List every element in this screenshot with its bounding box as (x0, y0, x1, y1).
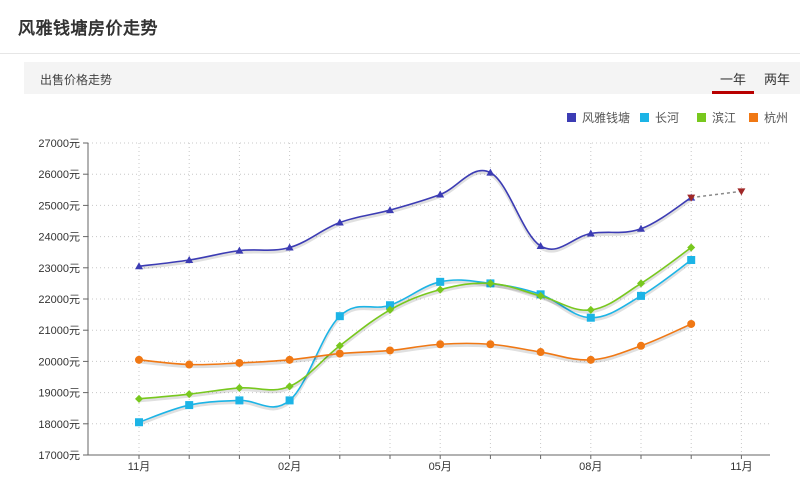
data-point (687, 319, 696, 328)
y-tick-label: 25000元 (38, 200, 80, 212)
series-line-shadow (138, 248, 693, 403)
legend-swatch (640, 113, 649, 122)
forecast-point (737, 188, 746, 196)
data-point (687, 256, 696, 264)
data-point (586, 355, 595, 364)
data-point (185, 401, 194, 410)
y-tick-label: 17000元 (38, 450, 80, 462)
series-line (138, 246, 692, 400)
data-point (185, 360, 194, 369)
y-tick-label: 22000元 (38, 294, 80, 306)
data-point (586, 313, 595, 322)
data-point (135, 355, 143, 364)
series-line-shadow (138, 324, 692, 369)
y-tick-label: 21000元 (38, 325, 80, 337)
data-point (135, 418, 143, 427)
data-point (285, 355, 294, 364)
y-tick-label: 18000元 (38, 419, 80, 431)
legend-label: 风雅钱塘 (582, 110, 630, 125)
x-tick-label: 11月 (128, 461, 150, 473)
legend-label: 长河 (655, 111, 679, 125)
y-tick-label: 24000元 (38, 232, 80, 244)
legend-swatch (749, 113, 758, 122)
legend-label: 滨江 (712, 110, 736, 125)
legend-swatch (567, 113, 576, 122)
legend-label: 杭州 (764, 110, 788, 125)
y-tick-label: 19000元 (38, 388, 80, 400)
x-tick-label: 08月 (579, 461, 602, 473)
x-tick-label: 11月 (730, 461, 752, 473)
x-tick-label: 02月 (278, 461, 301, 473)
data-point (335, 349, 344, 358)
y-tick-label: 26000元 (38, 169, 80, 181)
data-point (436, 277, 445, 286)
legend-swatch (697, 113, 706, 122)
data-point (637, 341, 645, 350)
data-point (536, 348, 545, 357)
data-point (486, 340, 495, 349)
series-line (138, 169, 692, 268)
y-tick-label: 27000元 (38, 138, 80, 150)
data-point (285, 396, 294, 405)
price-trend-chart: 17000元 18000元 19000元 20000元 21000元 22000元 2300… (38, 110, 788, 473)
data-point (235, 358, 244, 367)
series-line-shadow (138, 260, 693, 426)
data-point (637, 291, 645, 300)
y-tick-label: 20000元 (38, 356, 80, 368)
x-tick-label: 05月 (429, 461, 452, 473)
data-point (436, 340, 445, 349)
y-tick-label: 23000元 (38, 263, 80, 275)
forecast-line (691, 190, 742, 199)
series-line (138, 259, 692, 423)
data-point (235, 396, 244, 405)
data-point (386, 346, 394, 355)
data-point (335, 312, 344, 321)
